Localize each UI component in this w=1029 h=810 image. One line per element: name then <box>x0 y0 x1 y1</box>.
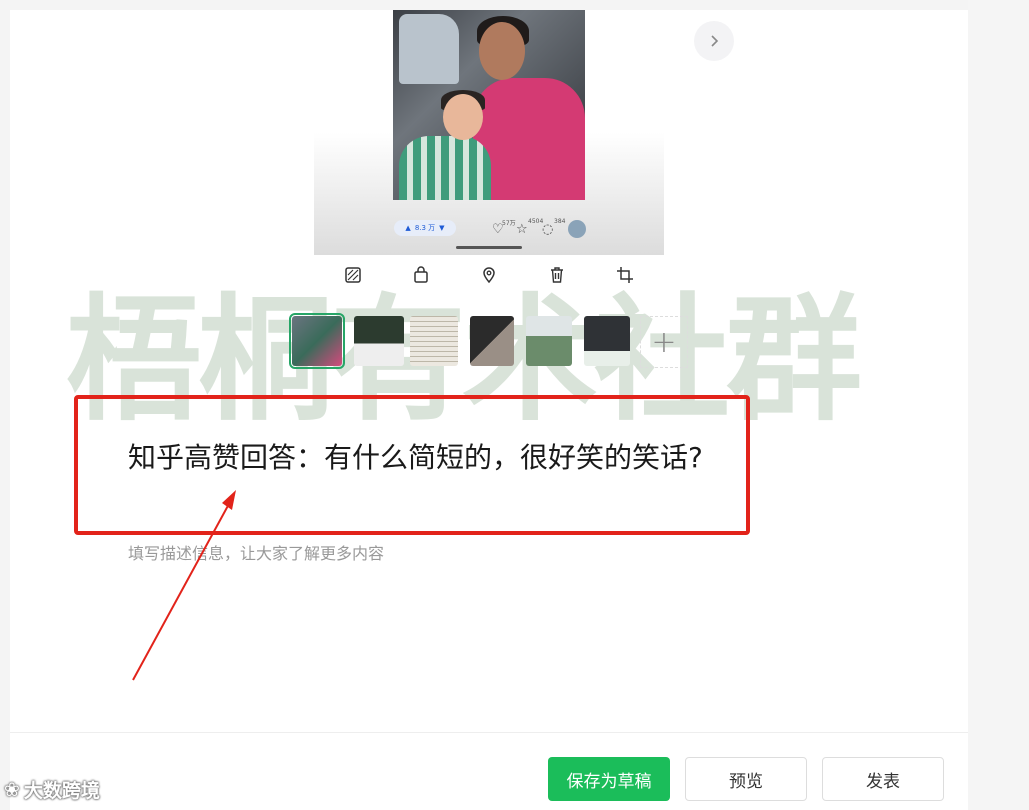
logo-icon: ❀ <box>4 778 20 801</box>
preview-button[interactable]: 预览 <box>685 757 807 801</box>
corner-watermark-text: 大数跨境 <box>23 780 100 802</box>
divider <box>10 732 968 733</box>
save-draft-button[interactable]: 保存为草稿 <box>548 757 670 801</box>
publish-button[interactable]: 发表 <box>822 757 944 801</box>
corner-watermark: ❀ 大数跨境 <box>4 776 100 803</box>
annotation-arrow <box>132 490 236 681</box>
